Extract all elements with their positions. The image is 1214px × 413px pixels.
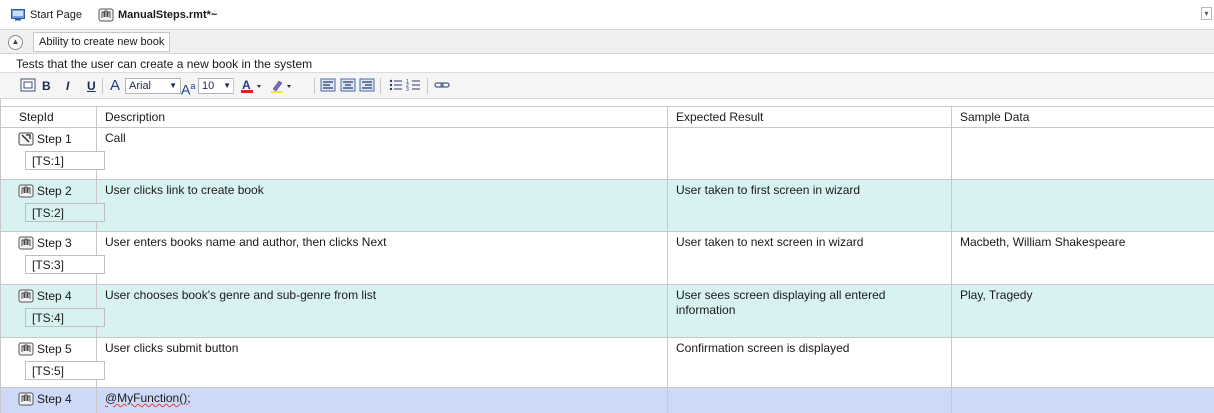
description-text: @MyFunction(); (105, 391, 191, 405)
toolbar-separator (380, 78, 381, 94)
sample-data-cell[interactable]: Macbeth, William Shakespeare (952, 232, 1214, 284)
step-ts-label: [TS:2] (25, 203, 105, 222)
step-ts-label: [TS:3] (25, 255, 105, 274)
table-row[interactable]: Step 3 [TS:3] User enters books name and… (1, 232, 1214, 285)
step-label: Step 3 (37, 235, 72, 250)
manual-step-icon (17, 288, 35, 304)
step-label: Step 4 (37, 288, 72, 303)
tab-start-page-label: Start Page (30, 8, 82, 21)
description-cell[interactable]: User chooses book's genre and sub-genre … (97, 285, 668, 337)
step-id-cell[interactable]: Step 4 [TS:4] (11, 285, 105, 337)
sample-data-cell[interactable]: Play, Tragedy (952, 285, 1214, 337)
description-cell[interactable]: User clicks submit button (97, 338, 668, 387)
table-row[interactable]: Step 2 [TS:2] User clicks link to create… (1, 180, 1214, 232)
manual-step-icon (17, 235, 35, 251)
test-case-description[interactable]: Tests that the user can create a new boo… (0, 54, 1214, 73)
step-ts-label: [TS:5] (25, 361, 105, 380)
sample-data-cell[interactable] (952, 180, 1214, 231)
step-label: Step 1 (37, 131, 72, 146)
svg-text:3: 3 (406, 87, 409, 92)
table-row[interactable]: Step 1 [TS:1] Call (1, 128, 1214, 180)
test-case-title[interactable]: Ability to create new book (33, 32, 171, 52)
numbered-list-icon[interactable]: 123 (406, 78, 422, 94)
description-cell[interactable]: Call (97, 128, 668, 179)
expected-result-cell[interactable] (668, 128, 952, 179)
expected-result-cell[interactable]: Confirmation screen is displayed (668, 338, 952, 387)
tab-manual-steps[interactable]: ManualSteps.rmt*~ (98, 0, 217, 29)
align-left-icon[interactable] (320, 78, 336, 94)
underline-button[interactable]: U (87, 78, 96, 94)
font-size-value: 10 (202, 80, 215, 92)
step-id-cell[interactable]: Step 4 (11, 388, 97, 413)
font-color-button[interactable]: A (240, 78, 266, 94)
step-ts-label: [TS:4] (25, 308, 105, 327)
font-name-value: Arial (129, 80, 152, 92)
toolbar-separator (102, 78, 103, 94)
column-header-sample-data[interactable]: Sample Data (952, 107, 1214, 127)
step-id-cell[interactable]: Step 2 [TS:2] (11, 180, 105, 231)
step-label: Step 5 (37, 341, 72, 356)
call-icon (17, 131, 35, 147)
table-row[interactable]: Step 4 [TS:4] User chooses book's genre … (1, 285, 1214, 338)
expected-result-cell[interactable]: User taken to next screen in wizard (668, 232, 952, 284)
manual-step-icon (17, 391, 35, 407)
toolbar-separator (314, 78, 315, 94)
grid-header: StepId Description Expected Result Sampl… (1, 106, 1214, 128)
align-right-icon[interactable] (359, 78, 375, 94)
column-header-expected-result[interactable]: Expected Result (668, 107, 952, 127)
tab-manual-steps-label: ManualSteps.rmt*~ (118, 8, 218, 21)
step-id-cell[interactable]: Step 1 [TS:1] (11, 128, 105, 179)
sample-data-cell[interactable] (952, 338, 1214, 387)
font-icon: A (110, 77, 121, 94)
sample-data-cell[interactable] (952, 388, 1214, 413)
description-cell[interactable]: User clicks link to create book (97, 180, 668, 231)
step-label: Step 2 (37, 183, 72, 198)
chevron-down-icon: ▼ (223, 81, 231, 90)
description-cell[interactable]: @MyFunction(); (97, 388, 668, 413)
insert-image-icon[interactable] (20, 78, 36, 94)
sample-data-cell[interactable] (952, 128, 1214, 179)
manual-step-icon (17, 341, 35, 357)
document-tab-bar: Start Page ManualSteps.rmt*~ ▾ (0, 0, 1214, 30)
tab-start-page[interactable]: Start Page (10, 0, 82, 29)
toolbar-separator (233, 78, 234, 94)
table-row[interactable]: Step 5 [TS:5] User clicks submit button … (1, 338, 1214, 388)
manual-step-icon (17, 183, 35, 199)
svg-text:A: A (242, 78, 251, 92)
tab-list-dropdown[interactable]: ▾ (1201, 7, 1212, 20)
description-cell[interactable]: User enters books name and author, then … (97, 232, 668, 284)
align-center-icon[interactable] (340, 78, 356, 94)
font-size-icon: Aa (181, 81, 196, 98)
highlight-color-button[interactable] (270, 78, 296, 94)
test-case-description-text: Tests that the user can create a new boo… (16, 57, 313, 71)
test-case-header: ▲ Ability to create new book (0, 30, 1214, 54)
formatting-toolbar: B I U A Arial ▼ Aa 10 ▼ A 123 (0, 73, 1214, 99)
column-header-stepid[interactable]: StepId (11, 107, 97, 127)
bullet-list-icon[interactable] (388, 78, 404, 94)
italic-button[interactable]: I (66, 78, 69, 94)
expected-result-cell[interactable]: User taken to first screen in wizard (668, 180, 952, 231)
manual-test-icon (98, 8, 114, 22)
table-row-selected[interactable]: Step 4 @MyFunction(); (1, 388, 1214, 413)
bold-button[interactable]: B (42, 78, 51, 94)
font-name-select[interactable]: Arial ▼ (125, 78, 181, 94)
expected-result-cell[interactable] (668, 388, 952, 413)
column-header-description[interactable]: Description (97, 107, 668, 127)
font-size-select[interactable]: 10 ▼ (198, 78, 234, 94)
step-ts-label: [TS:1] (25, 151, 105, 170)
link-icon[interactable] (434, 78, 450, 94)
step-id-cell[interactable]: Step 5 [TS:5] (11, 338, 105, 387)
start-page-icon (10, 8, 26, 22)
step-label: Step 4 (37, 391, 72, 406)
expected-result-cell[interactable]: User sees screen displaying all entered … (668, 285, 952, 337)
step-id-cell[interactable]: Step 3 [TS:3] (11, 232, 105, 284)
chevron-down-icon: ▼ (169, 81, 177, 90)
collapse-icon[interactable]: ▲ (8, 35, 23, 50)
toolbar-separator (427, 78, 428, 94)
test-steps-grid: StepId Description Expected Result Sampl… (0, 99, 1214, 413)
